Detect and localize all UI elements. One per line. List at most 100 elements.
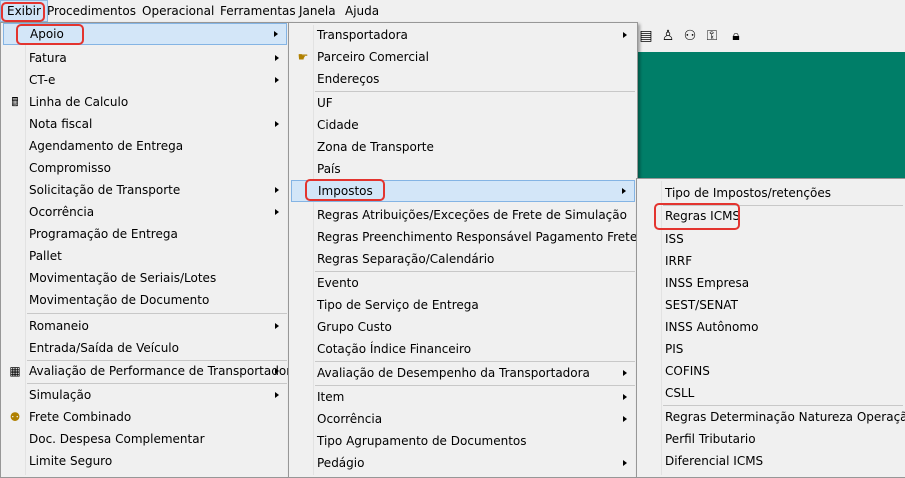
submenu-item-cotacao[interactable]: Cotação Índice Financeiro [291,338,635,360]
menu-procedimentos[interactable]: Procedimentos [41,0,142,22]
menu-item-label: Agendamento de Entrega [29,139,184,153]
submenu-arrow-icon [275,209,279,215]
menu-item-mov-documento[interactable]: Movimentação de Documento [3,289,287,311]
submenu-arrow-icon [623,460,627,466]
submenu-item-uf[interactable]: UF [291,92,635,114]
menu-item-simulacao[interactable]: Simulação [3,384,287,406]
menu-item-label: Programação de Entrega [29,227,178,241]
menu-item-label: Regras Determinação Natureza Operação [665,410,905,424]
submenu-item-cidade[interactable]: Cidade [291,114,635,136]
submenu-item-sest-senat[interactable]: SEST/SENAT [639,294,903,316]
menu-item-label: Romaneio [29,319,89,333]
report-icon: ▦ [9,364,21,378]
menu-item-romaneio[interactable]: Romaneio [3,315,287,337]
submenu-item-irrf[interactable]: IRRF [639,250,903,272]
submenu-item-tipo-agrupamento[interactable]: Tipo Agrupamento de Documentos [291,430,635,452]
submenu-item-avaliacao-desempenho[interactable]: Avaliação de Desempenho da Transportador… [291,362,635,384]
menu-item-fatura[interactable]: Fatura [3,47,287,69]
submenu-arrow-icon [623,416,627,422]
menu-item-label: Impostos [318,184,373,198]
menu-item-label: Frete Combinado [29,410,132,424]
person-icon[interactable]: ♙ [660,28,676,44]
menu-ajuda[interactable]: Ajuda [339,0,385,22]
menu-item-label: INSS Empresa [665,276,750,290]
submenu-arrow-icon [623,32,627,38]
menu-item-label: Tipo de Serviço de Entrega [317,298,479,312]
menu-item-label: COFINS [665,364,710,378]
people-icon[interactable]: ⚇ [682,28,698,44]
submenu-item-zona[interactable]: Zona de Transporte [291,136,635,158]
submenu-item-pedagio[interactable]: Pedágio [291,452,635,474]
submenu-arrow-icon [275,323,279,329]
submenu-item-item[interactable]: Item [291,386,635,408]
menu-item-label: Apoio [30,27,64,41]
submenu-arrow-icon [275,187,279,193]
menu-item-linha-de-calculo[interactable]: 🖩︎ Linha de Calculo [3,91,287,113]
submenu-item-regras-icms[interactable]: Regras ICMS [639,205,903,227]
menu-operacional[interactable]: Operacional [136,0,220,22]
submenu-item-evento[interactable]: Evento [291,272,635,294]
submenu-item-parceiro[interactable]: ☛ Parceiro Comercial [291,46,635,68]
menu-item-compromisso[interactable]: Compromisso [3,157,287,179]
submenu-arrow-icon [275,77,279,83]
submenu-item-regras-separacao[interactable]: Regras Separação/Calendário [291,248,635,270]
menu-item-label: Simulação [29,388,92,402]
menu-item-label: Transportadora [317,28,408,42]
submenu-item-transportadora[interactable]: Transportadora [291,24,635,46]
submenu-item-regras-atribuicoes[interactable]: Regras Atribuições/Exceções de Frete de … [291,204,635,226]
key-icon[interactable]: ⚿ [704,28,720,44]
submenu-item-tipo-impostos[interactable]: Tipo de Impostos/retenções [639,182,903,204]
menu-item-cte[interactable]: CT-e [3,69,287,91]
menu-item-limite-seguro[interactable]: Limite Seguro [3,450,287,472]
handshake-icon: ☛ [297,50,309,64]
menu-ferramentas[interactable]: Ferramentas [214,0,302,22]
menu-item-programacao[interactable]: Programação de Entrega [3,223,287,245]
impostos-submenu: Tipo de Impostos/retenções Regras ICMS I… [636,178,905,478]
menu-item-frete-combinado[interactable]: ⚉ Frete Combinado [3,406,287,428]
menu-item-label: Endereços [317,72,380,86]
menu-item-label: Linha de Calculo [29,95,129,109]
menu-item-mov-seriais[interactable]: Movimentação de Seriais/Lotes [3,267,287,289]
submenu-item-ocorrencia[interactable]: Ocorrência [291,408,635,430]
menu-item-doc-despesa[interactable]: Doc. Despesa Complementar [3,428,287,450]
menu-item-label: Avaliação de Desempenho da Transportador… [317,366,590,380]
submenu-item-diferencial-icms[interactable]: Diferencial ICMS [639,450,903,472]
menu-item-nota-fiscal[interactable]: Nota fiscal [3,113,287,135]
submenu-item-regras-natureza[interactable]: Regras Determinação Natureza Operação [639,406,905,428]
submenu-item-impostos[interactable]: Impostos [291,180,635,202]
submenu-item-perfil-tributario[interactable]: Perfil Tributario [639,428,903,450]
submenu-item-iss[interactable]: ISS [639,228,903,250]
menu-janela[interactable]: Janela [293,0,342,22]
submenu-item-enderecos[interactable]: Endereços [291,68,635,90]
menu-item-apoio[interactable]: Apoio [3,23,287,45]
menu-item-solicitacao[interactable]: Solicitação de Transporte [3,179,287,201]
submenu-item-cofins[interactable]: COFINS [639,360,903,382]
menu-item-label: Grupo Custo [317,320,392,334]
lock-icon[interactable]: 🔒︎ [728,28,744,44]
apoio-submenu: Transportadora ☛ Parceiro Comercial Ender… [288,22,656,478]
submenu-item-regras-preenchimento[interactable]: Regras Preenchimento Responsável Pagamen… [291,226,656,248]
menu-item-label: Entrada/Saída de Veículo [29,341,179,355]
menu-item-label: Zona de Transporte [317,140,434,154]
menu-item-entrada-saida[interactable]: Entrada/Saída de Veículo [3,337,287,359]
menu-item-label: Tipo de Impostos/retenções [665,186,831,200]
submenu-item-grupo-custo[interactable]: Grupo Custo [291,316,635,338]
menu-item-label: Compromisso [29,161,111,175]
submenu-item-csll[interactable]: CSLL [639,382,903,404]
submenu-arrow-icon [274,31,278,37]
menu-item-label: Evento [317,276,359,290]
menu-item-agendamento[interactable]: Agendamento de Entrega [3,135,287,157]
menu-item-pallet[interactable]: Pallet [3,245,287,267]
submenu-item-pis[interactable]: PIS [639,338,903,360]
menu-item-label: UF [317,96,333,110]
submenu-item-inss-empresa[interactable]: INSS Empresa [639,272,903,294]
submenu-item-inss-autonomo[interactable]: INSS Autônomo [639,316,903,338]
menu-item-ocorrencia[interactable]: Ocorrência [3,201,287,223]
submenu-item-pais[interactable]: País [291,158,635,180]
menu-item-label: Cidade [317,118,359,132]
submenu-item-tipo-servico[interactable]: Tipo de Serviço de Entrega [291,294,635,316]
menu-item-avaliacao-performance[interactable]: ▦ Avaliação de Performance de Transportad… [3,360,298,382]
menu-item-label: Avaliação de Performance de Transportado… [29,364,299,378]
menu-item-label: Perfil Tributario [665,432,756,446]
form-icon[interactable]: ▤ [638,28,654,44]
